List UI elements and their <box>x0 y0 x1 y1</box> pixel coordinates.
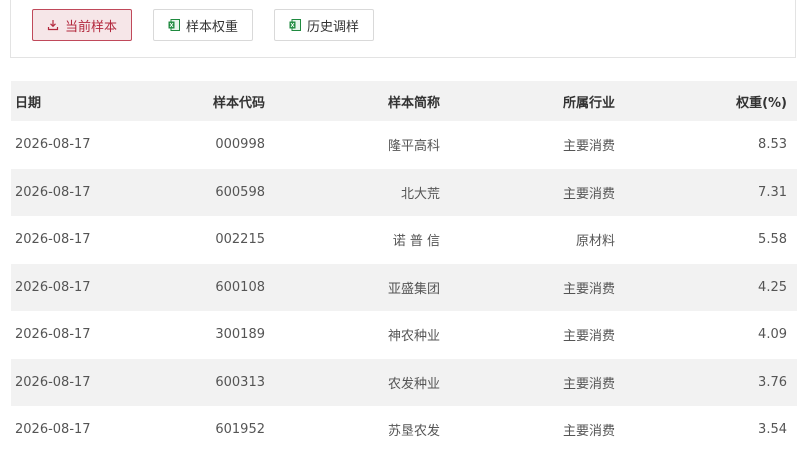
cell-name: 农发种业 <box>271 358 446 406</box>
cell-date: 2026-08-17 <box>15 327 91 343</box>
current-sample-button[interactable]: 当前样本 <box>32 9 132 41</box>
sample-weight-label: 样本权重 <box>185 19 238 35</box>
cell-code: 600313 <box>131 358 271 406</box>
cell-date: 2026-08-17 <box>15 232 91 248</box>
table-header-row: 日期 样本代码 样本简称 所属行业 权重(%) <box>11 81 797 121</box>
current-sample-label: 当前样本 <box>64 19 117 35</box>
toolbar-panel: 当前样本 样本权重 历史调样 <box>10 0 796 58</box>
cell-weight: 5.58 <box>758 232 787 248</box>
table-row: 2026-08-17 000998 隆平高科 主要消费 8.53 <box>11 121 797 169</box>
table-row: 2026-08-17 600108 亚盛集团 主要消费 4.25 <box>11 263 797 311</box>
sample-table: 日期 样本代码 样本简称 所属行业 权重(%) 2026-08-17 00099… <box>11 81 797 454</box>
table-row: 2026-08-17 600313 农发种业 主要消费 3.76 <box>11 358 797 406</box>
cell-weight: 4.25 <box>621 263 797 311</box>
cell-code: 000998 <box>215 137 265 153</box>
cell-industry: 主要消费 <box>562 329 615 345</box>
cell-name: 诺 普 信 <box>392 234 440 250</box>
cell-code: 600598 <box>131 168 271 216</box>
header-industry: 所属行业 <box>446 81 621 121</box>
cell-industry: 主要消费 <box>446 263 621 311</box>
header-code: 样本代码 <box>131 81 271 121</box>
cell-industry: 原材料 <box>575 234 615 250</box>
cell-name: 神农种业 <box>387 329 440 345</box>
download-icon <box>47 19 59 31</box>
cell-code: 300189 <box>215 327 265 343</box>
header-weight: 权重(%) <box>621 81 797 121</box>
history-adjust-label: 历史调样 <box>306 19 359 35</box>
table-row: 2026-08-17 300189 神农种业 主要消费 4.09 <box>11 311 797 359</box>
cell-weight: 3.54 <box>758 422 787 438</box>
header-date: 日期 <box>11 81 131 121</box>
cell-weight: 7.31 <box>621 168 797 216</box>
table-row: 2026-08-17 601952 苏垦农发 主要消费 3.54 <box>11 406 797 454</box>
cell-weight: 4.09 <box>758 327 787 343</box>
table-row: 2026-08-17 002215 诺 普 信 原材料 5.58 <box>11 216 797 264</box>
cell-date: 2026-08-17 <box>15 137 91 153</box>
sample-weight-button[interactable]: 样本权重 <box>153 9 253 41</box>
cell-name: 亚盛集团 <box>271 263 446 311</box>
cell-code: 600108 <box>131 263 271 311</box>
cell-industry: 主要消费 <box>562 139 615 155</box>
history-adjust-button[interactable]: 历史调样 <box>274 9 374 41</box>
cell-code: 002215 <box>215 232 265 248</box>
cell-weight: 3.76 <box>621 358 797 406</box>
cell-weight: 8.53 <box>758 137 787 153</box>
cell-code: 601952 <box>215 422 265 438</box>
cell-industry: 主要消费 <box>562 424 615 440</box>
excel-icon <box>289 19 301 31</box>
cell-date: 2026-08-17 <box>11 263 131 311</box>
cell-date: 2026-08-17 <box>11 358 131 406</box>
cell-name: 北大荒 <box>271 168 446 216</box>
table-row: 2026-08-17 600598 北大荒 主要消费 7.31 <box>11 168 797 216</box>
excel-icon <box>168 19 180 31</box>
cell-industry: 主要消费 <box>446 358 621 406</box>
cell-name: 隆平高科 <box>387 139 440 155</box>
cell-industry: 主要消费 <box>446 168 621 216</box>
cell-date: 2026-08-17 <box>15 422 91 438</box>
header-name: 样本简称 <box>271 81 446 121</box>
cell-name: 苏垦农发 <box>387 424 440 440</box>
cell-date: 2026-08-17 <box>11 168 131 216</box>
